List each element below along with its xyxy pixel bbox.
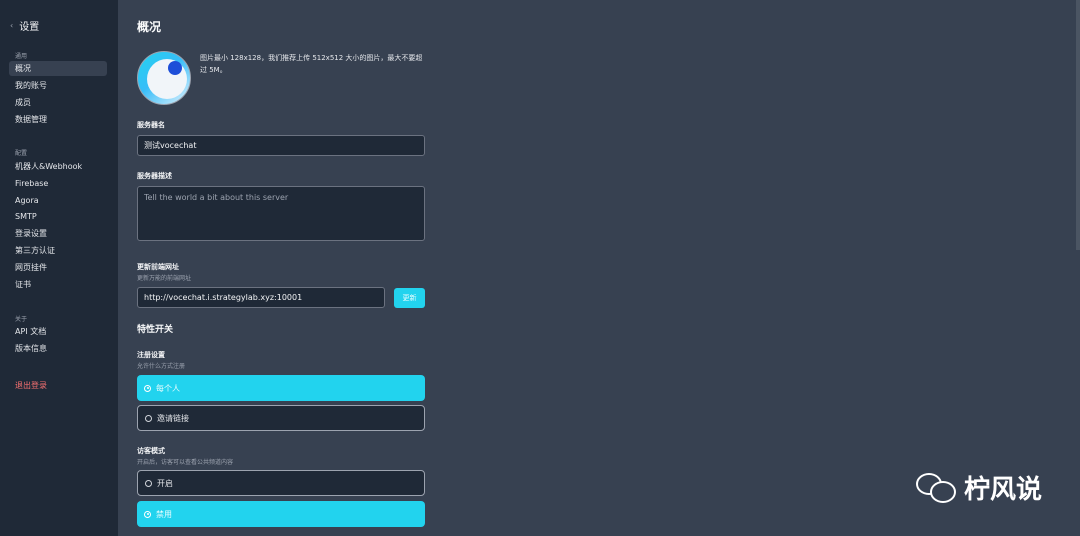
registration-option-invite-link[interactable]: 邀请链接 — [137, 405, 425, 431]
group-label-config: 配置 — [15, 150, 28, 157]
sidebar: ‹ 设置 通用 概况 我的账号 成员 数据管理 配置 机器人&Webhook F… — [0, 0, 118, 536]
main-content: 概况 图片最小 128x128，我们推荐上传 512x512 大小的图片，最大不… — [118, 0, 1080, 536]
sidebar-item-web-widget[interactable]: 网页挂件 — [9, 260, 107, 275]
option-label: 邀请链接 — [157, 413, 189, 423]
chevron-left-icon[interactable]: ‹ — [10, 21, 13, 30]
frontend-url-label: 更新前端网址 — [137, 263, 179, 271]
guest-mode-option-on[interactable]: 开启 — [137, 470, 425, 496]
sidebar-item-bot-webhook[interactable]: 机器人&Webhook — [9, 159, 107, 174]
option-label: 开启 — [157, 478, 173, 488]
sidebar-item-certificate[interactable]: 证书 — [9, 277, 107, 292]
registration-label: 注册设置 — [137, 351, 165, 359]
frontend-url-sublabel: 更新万能的前端网址 — [137, 275, 192, 282]
logout-button[interactable]: 退出登录 — [9, 378, 107, 393]
watermark: 柠风说 — [916, 469, 1042, 506]
settings-title: 设置 — [19, 22, 40, 33]
guest-mode-sublabel: 开启后，访客可以查看公共频道内容 — [137, 459, 234, 466]
server-name-input[interactable]: 测试vocechat — [137, 135, 425, 156]
watermark-text: 柠风说 — [964, 475, 1043, 505]
settings-header[interactable]: ‹ 设置 — [10, 18, 39, 33]
page-title: 概况 — [137, 20, 162, 34]
sidebar-item-third-party-auth[interactable]: 第三方认证 — [9, 243, 107, 258]
sidebar-item-members[interactable]: 成员 — [9, 95, 107, 110]
option-label: 禁用 — [156, 509, 172, 519]
group-label-about: 关于 — [15, 316, 28, 323]
server-avatar[interactable] — [137, 51, 191, 105]
sidebar-item-login-settings[interactable]: 登录设置 — [9, 226, 107, 241]
server-name-label: 服务器名 — [137, 121, 165, 129]
guest-mode-label: 访客模式 — [137, 447, 165, 455]
update-url-button[interactable]: 更新 — [394, 288, 425, 308]
guest-mode-option-off[interactable]: 禁用 — [137, 501, 425, 527]
radio-unselected-icon — [145, 479, 152, 487]
sidebar-item-smtp[interactable]: SMTP — [9, 209, 107, 224]
sidebar-item-version-info[interactable]: 版本信息 — [9, 341, 107, 356]
radio-unselected-icon — [145, 414, 152, 422]
avatar-hint: 图片最小 128x128，我们推荐上传 512x512 大小的图片，最大不要超过… — [200, 54, 423, 74]
registration-option-everyone[interactable]: 每个人 — [137, 375, 425, 401]
avatar-dot-shape — [168, 61, 182, 75]
registration-sublabel: 允许什么方式注册 — [137, 363, 186, 370]
radio-selected-icon — [144, 384, 151, 392]
option-label: 每个人 — [156, 383, 180, 393]
features-title: 特性开关 — [137, 325, 174, 335]
sidebar-item-my-account[interactable]: 我的账号 — [9, 78, 107, 93]
wechat-icon — [916, 471, 958, 505]
sidebar-item-overview[interactable]: 概况 — [9, 61, 107, 76]
main-scrollbar[interactable] — [1076, 0, 1080, 250]
server-desc-textarea[interactable]: Tell the world a bit about this server — [137, 186, 425, 241]
sidebar-item-api-docs[interactable]: API 文档 — [9, 324, 107, 339]
sidebar-item-agora[interactable]: Agora — [9, 193, 107, 208]
server-desc-label: 服务器描述 — [137, 172, 172, 180]
sidebar-item-data-management[interactable]: 数据管理 — [9, 112, 107, 127]
radio-selected-icon — [144, 510, 151, 518]
frontend-url-input[interactable]: http://vocechat.i.strategylab.xyz:10001 — [137, 287, 385, 308]
sidebar-item-firebase[interactable]: Firebase — [9, 176, 107, 191]
group-label-general: 通用 — [15, 53, 28, 60]
